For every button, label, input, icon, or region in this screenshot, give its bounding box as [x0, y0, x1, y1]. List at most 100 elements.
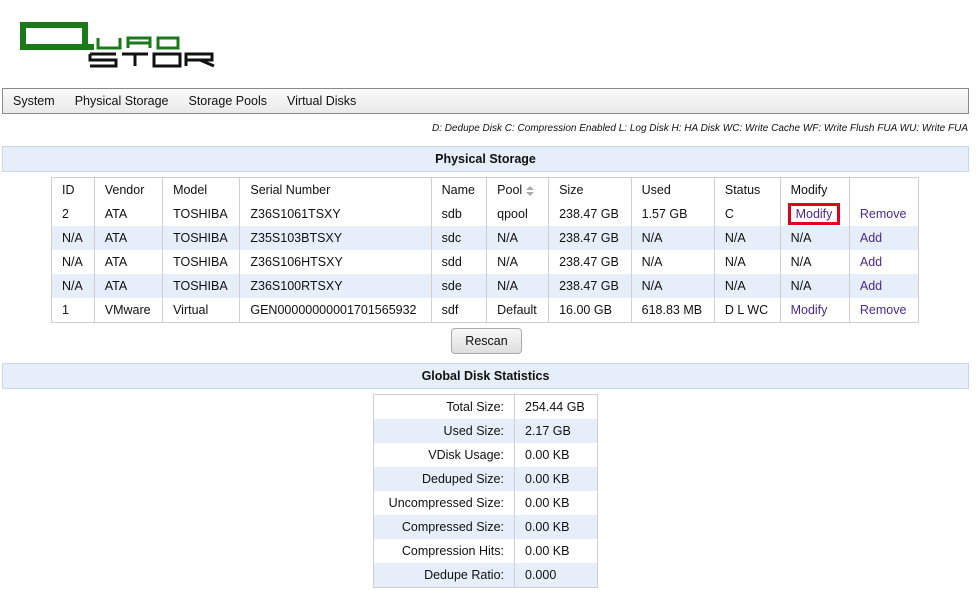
cell-serial: Z36S106HTSXY — [239, 250, 432, 274]
stat-label: Compressed Size: — [373, 515, 515, 539]
cell-used: N/A — [631, 274, 715, 298]
stat-label: Uncompressed Size: — [373, 491, 515, 515]
cell-action: Remove — [849, 202, 920, 226]
cell-action: Add — [849, 226, 920, 250]
menu-virtual-disks[interactable]: Virtual Disks — [277, 94, 366, 108]
stat-row: Deduped Size: 0.00 KB — [373, 467, 598, 491]
col-status[interactable]: Status — [714, 177, 781, 202]
cell-action: Remove — [849, 298, 920, 323]
cell-serial: Z35S103BTSXY — [239, 226, 432, 250]
cell-action: Add — [849, 250, 920, 274]
cell-pool: N/A — [486, 274, 550, 298]
menu-physical-storage[interactable]: Physical Storage — [65, 94, 179, 108]
stat-row: Compression Hits: 0.00 KB — [373, 539, 598, 563]
col-pool[interactable]: Pool — [486, 177, 550, 202]
cell-name: sdd — [431, 250, 488, 274]
col-id[interactable]: ID — [51, 177, 95, 202]
cell-id: N/A — [51, 250, 95, 274]
cell-name: sde — [431, 274, 488, 298]
cell-used: 1.57 GB — [631, 202, 715, 226]
col-action — [849, 177, 920, 202]
table-row: N/A ATA TOSHIBA Z36S100RTSXY sde N/A 238… — [51, 274, 920, 298]
cell-name: sdb — [431, 202, 488, 226]
cell-name: sdf — [431, 298, 488, 323]
add-link[interactable]: Add — [860, 279, 882, 293]
stat-label: Deduped Size: — [373, 467, 515, 491]
cell-size: 238.47 GB — [548, 250, 632, 274]
global-stats-table: Total Size: 254.44 GB Used Size: 2.17 GB… — [373, 394, 598, 588]
col-used[interactable]: Used — [631, 177, 715, 202]
table-row: 1 VMware Virtual GEN00000000001701565932… — [51, 298, 920, 323]
cell-pool: N/A — [486, 250, 550, 274]
cell-modify: Modify — [780, 298, 850, 323]
stat-label: Compression Hits: — [373, 539, 515, 563]
cell-id: 2 — [51, 202, 95, 226]
cell-vendor: ATA — [94, 250, 164, 274]
stat-row: VDisk Usage: 0.00 KB — [373, 443, 598, 467]
stat-label: VDisk Usage: — [373, 443, 515, 467]
cell-modify: Modify — [780, 202, 850, 226]
table-row: N/A ATA TOSHIBA Z35S103BTSXY sdc N/A 238… — [51, 226, 920, 250]
menu-storage-pools[interactable]: Storage Pools — [179, 94, 278, 108]
cell-size: 16.00 GB — [548, 298, 632, 323]
add-link[interactable]: Add — [860, 255, 882, 269]
col-model[interactable]: Model — [162, 177, 241, 202]
col-vendor[interactable]: Vendor — [94, 177, 164, 202]
cell-vendor: ATA — [94, 226, 164, 250]
cell-status: N/A — [714, 226, 781, 250]
stat-label: Dedupe Ratio: — [373, 563, 515, 588]
cell-pool: N/A — [486, 226, 550, 250]
modify-link[interactable]: Modify — [791, 303, 828, 317]
cell-model: Virtual — [162, 298, 241, 323]
cell-serial: GEN00000000001701565932 — [239, 298, 432, 323]
stat-value: 0.00 KB — [514, 491, 598, 515]
cell-modify: N/A — [780, 250, 850, 274]
cell-used: N/A — [631, 250, 715, 274]
col-pool-label: Pool — [497, 183, 523, 197]
cell-action: Add — [849, 274, 920, 298]
remove-link[interactable]: Remove — [860, 207, 907, 221]
cell-modify: N/A — [780, 274, 850, 298]
col-size[interactable]: Size — [548, 177, 632, 202]
cell-status: D L WC — [714, 298, 781, 323]
cell-id: N/A — [51, 274, 95, 298]
status-legend: D: Dedupe Disk C: Compression Enabled L:… — [431, 123, 968, 134]
cell-vendor: ATA — [94, 202, 164, 226]
stat-label: Total Size: — [373, 394, 515, 419]
stat-value: 0.00 KB — [514, 515, 598, 539]
menu-system[interactable]: System — [3, 94, 65, 108]
cell-id: 1 — [51, 298, 95, 323]
stat-row: Dedupe Ratio: 0.000 — [373, 563, 598, 588]
add-link[interactable]: Add — [860, 231, 882, 245]
stat-row: Compressed Size: 0.00 KB — [373, 515, 598, 539]
cell-pool: Default — [486, 298, 550, 323]
stat-label: Used Size: — [373, 419, 515, 443]
cell-vendor: ATA — [94, 274, 164, 298]
cell-model: TOSHIBA — [162, 226, 241, 250]
cell-status: N/A — [714, 250, 781, 274]
stat-row: Total Size: 254.44 GB — [373, 394, 598, 419]
stat-row: Used Size: 2.17 GB — [373, 419, 598, 443]
cell-used: N/A — [631, 226, 715, 250]
cell-status: C — [714, 202, 781, 226]
cell-name: sdc — [431, 226, 488, 250]
col-modify[interactable]: Modify — [780, 177, 850, 202]
stat-value: 2.17 GB — [514, 419, 598, 443]
modify-link[interactable]: Modify — [787, 203, 841, 225]
cell-vendor: VMware — [94, 298, 164, 323]
stat-row: Uncompressed Size: 0.00 KB — [373, 491, 598, 515]
cell-modify: N/A — [780, 226, 850, 250]
main-menu-bar: System Physical Storage Storage Pools Vi… — [2, 88, 969, 114]
cell-id: N/A — [51, 226, 95, 250]
remove-link[interactable]: Remove — [860, 303, 907, 317]
stat-value: 0.00 KB — [514, 539, 598, 563]
col-name[interactable]: Name — [431, 177, 488, 202]
cell-status: N/A — [714, 274, 781, 298]
cell-model: TOSHIBA — [162, 202, 241, 226]
rescan-button[interactable]: Rescan — [451, 328, 522, 354]
table-header-row: ID Vendor Model Serial Number Name Pool … — [51, 177, 920, 202]
col-serial-number[interactable]: Serial Number — [239, 177, 432, 202]
stat-value: 0.00 KB — [514, 467, 598, 491]
cell-size: 238.47 GB — [548, 274, 632, 298]
table-row: N/A ATA TOSHIBA Z36S106HTSXY sdd N/A 238… — [51, 250, 920, 274]
